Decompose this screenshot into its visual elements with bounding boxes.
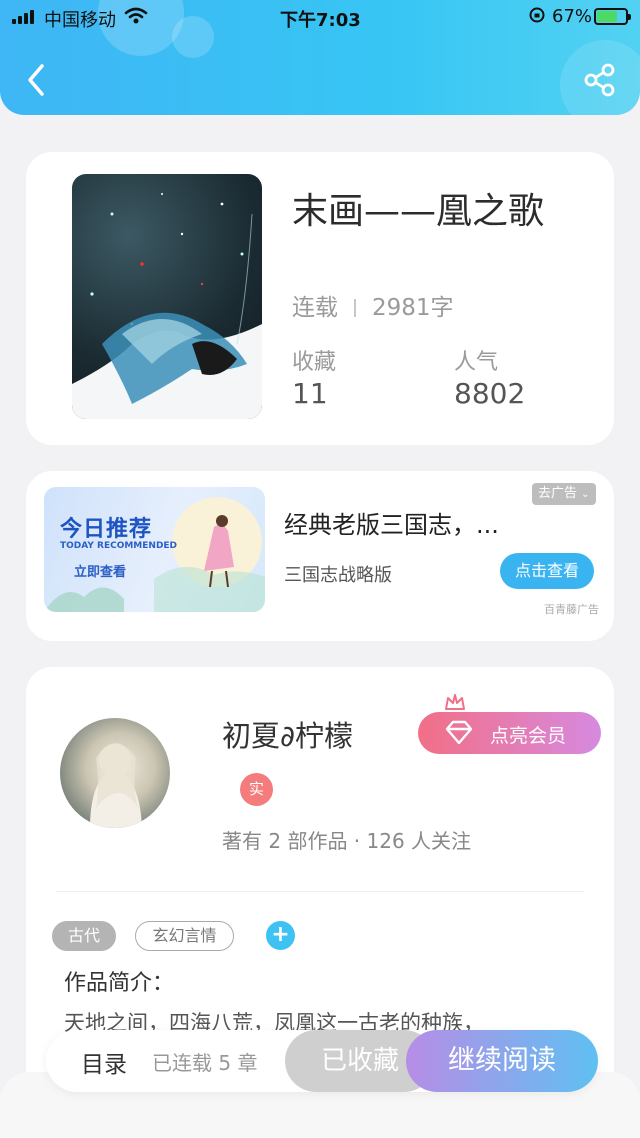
book-info-card: 末画——凰之歌 连载 2981字 收藏 11 人气 8802 — [26, 152, 614, 445]
ad-card[interactable]: 今日推荐 TODAY RECOMMENDED 立即查看 经典老版三国志，... … — [26, 471, 614, 641]
serial-status: 连载 — [292, 295, 338, 321]
clock: 下午7:03 — [280, 10, 361, 31]
favorites-label: 收藏 — [292, 350, 337, 375]
chevron-left-icon — [28, 64, 44, 96]
back-button[interactable] — [22, 62, 52, 98]
popularity-label: 人气 — [454, 350, 499, 375]
continue-reading-button[interactable]: 继续阅读 — [406, 1030, 598, 1092]
ad-source: 百青藤广告 — [544, 603, 599, 616]
book-meta: 连载 2981字 — [292, 288, 454, 322]
author-name: 初夏∂柠檬 — [222, 719, 353, 753]
carrier-name: 中国移动 — [44, 10, 116, 31]
meta-divider — [354, 299, 356, 317]
ad-view-button[interactable]: 点击查看 — [500, 553, 594, 589]
chevron-down-icon: ⌄ — [581, 489, 590, 500]
vip-button-label: 点亮会员 — [490, 725, 567, 747]
author-avatar[interactable] — [60, 718, 170, 828]
favorites-count: 11 — [292, 377, 328, 410]
status-bar: 中国移动 下午7:03 67% — [0, 0, 640, 34]
share-icon — [584, 63, 615, 97]
toc-button[interactable]: 目录 — [81, 1045, 127, 1079]
tag-ancient[interactable]: 古代 — [52, 921, 116, 951]
ad-subtitle: 三国志战略版 — [284, 565, 392, 586]
book-cover-image[interactable] — [72, 174, 262, 419]
signal-icon — [12, 8, 34, 24]
ad-title[interactable]: 经典老版三国志，... — [284, 505, 499, 540]
orientation-lock-icon — [528, 6, 546, 29]
ad-image-title: 今日推荐 — [60, 517, 153, 542]
plus-icon: + — [271, 922, 290, 947]
bottom-action-bar: 目录 已连载 5 章 已收藏 继续阅读 — [46, 1030, 598, 1092]
vip-button[interactable]: 点亮会员 — [418, 712, 601, 754]
word-count: 2981字 — [372, 295, 454, 321]
verified-badge: 实 — [240, 773, 273, 806]
popularity-count: 8802 — [454, 377, 526, 410]
battery-icon — [594, 8, 631, 25]
remove-ad-label: 去广告 — [538, 486, 578, 501]
ad-image-subtitle: TODAY RECOMMENDED — [60, 541, 178, 551]
divider — [56, 891, 584, 892]
book-title: 末画——凰之歌 — [292, 191, 545, 232]
wifi-icon — [124, 6, 148, 31]
intro-label: 作品简介： — [64, 971, 175, 996]
share-button[interactable] — [582, 62, 618, 98]
battery-percent: 67% — [552, 6, 593, 27]
diamond-icon — [445, 720, 473, 745]
tag-fantasy-romance[interactable]: 玄幻言情 — [135, 921, 234, 951]
ad-image[interactable]: 今日推荐 TODAY RECOMMENDED 立即查看 — [44, 487, 265, 612]
remove-ad-button[interactable]: 去广告 ⌄ — [532, 483, 596, 505]
author-stats: 著有 2 部作品 · 126 人关注 — [222, 829, 472, 853]
header-bar: 中国移动 下午7:03 67% — [0, 0, 640, 115]
ad-image-cta: 立即查看 — [74, 565, 127, 580]
add-tag-button[interactable]: + — [266, 921, 295, 950]
chapter-count: 已连载 5 章 — [152, 1051, 258, 1075]
